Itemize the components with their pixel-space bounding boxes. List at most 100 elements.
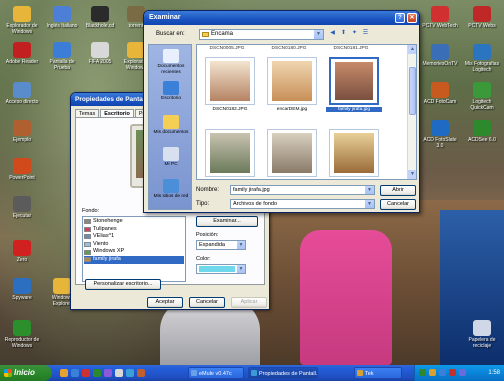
taskbar-task[interactable]: eMule v0.47c <box>188 367 244 379</box>
cancel-button[interactable]: Cancelar <box>189 297 225 308</box>
chevron-down-icon[interactable]: ▼ <box>236 241 245 249</box>
help-icon[interactable]: ? <box>395 13 405 23</box>
quick-launch-icon[interactable] <box>93 369 101 377</box>
new-folder-icon[interactable]: ✦ <box>350 29 359 38</box>
file-thumbnail[interactable] <box>205 129 255 177</box>
desktop-icon[interactable]: ACD FotoCam <box>420 82 460 105</box>
desktop-icon[interactable]: ACDSee 6.0 <box>462 120 502 143</box>
desktop-icon[interactable]: Inglés Italiano <box>42 6 82 29</box>
desktop-icon[interactable]: Blackhole.cd <box>80 6 120 29</box>
scroll-thumb[interactable] <box>409 67 416 115</box>
desktop-icon[interactable]: MemoriesOnTV <box>420 44 460 67</box>
wallpaper-swatch-icon <box>84 234 91 240</box>
thumbnail-label[interactable]: family jirafa.jpg <box>326 107 382 112</box>
lookin-select[interactable]: Encama ▼ <box>199 29 324 40</box>
scrollbar[interactable]: ▲ ▼ <box>407 45 416 179</box>
file-thumbnail[interactable] <box>329 129 379 177</box>
chevron-down-icon[interactable]: ▼ <box>365 186 374 194</box>
file-thumbnail[interactable] <box>267 129 317 177</box>
fondo-item[interactable]: Tulipanes <box>84 226 184 234</box>
quick-launch-icon[interactable] <box>60 369 68 377</box>
view-menu-icon[interactable]: ☰ <box>361 29 370 38</box>
messenger-icon[interactable] <box>439 369 446 376</box>
desktop-icon[interactable]: Ejemplo <box>2 120 42 143</box>
file-thumbnail[interactable] <box>205 57 255 105</box>
antivirus-icon[interactable] <box>449 369 456 376</box>
clock[interactable]: 1:58 <box>488 365 500 381</box>
desktop-icon[interactable]: PowerPoint <box>2 158 42 181</box>
place-item[interactable]: Escritorio <box>149 81 193 102</box>
desktop-icon[interactable]: PCTV WebTech <box>420 6 460 29</box>
chevron-down-icon[interactable]: ▼ <box>236 265 245 273</box>
desktop-icon[interactable]: PCTV Webs <box>462 6 502 29</box>
file-thumbnail[interactable] <box>329 57 379 105</box>
file-header-name[interactable]: DSCN0181.JPG <box>323 46 379 51</box>
file-header-name[interactable]: DSCN0005.JPG <box>199 46 255 51</box>
close-icon[interactable]: ✕ <box>407 13 417 23</box>
browse-dialog-title: Examinar <box>149 14 181 21</box>
quick-launch-icon[interactable] <box>104 369 112 377</box>
thumbnail-label[interactable]: encarDEM.jpg <box>264 107 320 112</box>
quick-launch-icon[interactable] <box>126 369 134 377</box>
fondo-item[interactable]: VElias^1 <box>84 233 184 241</box>
up-folder-icon[interactable]: ⬆ <box>339 29 348 38</box>
apply-button[interactable]: Aplicar <box>231 297 267 308</box>
examinar-button[interactable]: Examinar... <box>196 216 258 227</box>
quick-launch-icon[interactable] <box>115 369 123 377</box>
desktop-icon[interactable]: Adobe Reader <box>2 42 42 65</box>
desktop-icon[interactable]: FIFA 2005 <box>80 42 120 65</box>
fondo-item-selected[interactable]: family jirafa <box>84 255 184 264</box>
quick-launch-icon[interactable] <box>71 369 79 377</box>
place-item[interactable]: Mis sitios de red <box>149 179 193 200</box>
file-header-name[interactable]: DSCN0180.JPG <box>261 46 317 51</box>
browse-cancel-button[interactable]: Cancelar <box>380 199 416 210</box>
color-picker[interactable]: ▼ <box>196 264 246 274</box>
thumbnail-label[interactable]: DSCN0182.JPG <box>202 107 258 112</box>
tray-app-icon[interactable] <box>459 369 466 376</box>
filename-input[interactable]: family jirafa.jpg ▼ <box>230 185 375 195</box>
desktop-icon[interactable]: Spyware <box>2 278 42 301</box>
network-icon[interactable] <box>419 369 426 376</box>
desktop-icon[interactable]: Ejecutar <box>2 196 42 219</box>
wallpaper-swatch-icon <box>84 249 91 255</box>
fondo-list[interactable]: Stonehenge Tulipanes VElias^1 Viento Win… <box>82 216 186 282</box>
scroll-up-icon[interactable]: ▲ <box>408 45 416 54</box>
file-list[interactable]: DSCN0005.JPG DSCN0180.JPG DSCN0181.JPG D… <box>196 44 417 180</box>
desktop-icon[interactable]: Pantalla de Prueba <box>42 42 82 71</box>
desktop-icon[interactable]: Explorador de Windows <box>2 6 42 35</box>
start-button[interactable]: Inicio <box>0 365 52 381</box>
ok-button[interactable]: Aceptar <box>147 297 183 308</box>
chevron-down-icon[interactable]: ▼ <box>314 30 323 39</box>
customize-desktop-button[interactable]: Personalizar escritorio... <box>85 279 161 290</box>
taskbar-task[interactable]: Tek <box>354 367 402 379</box>
filetype-select[interactable]: Archivos de fondo ▼ <box>230 199 375 209</box>
file-thumbnail[interactable] <box>267 57 317 105</box>
back-icon[interactable]: ◀ <box>328 29 337 38</box>
browse-dialog-titlebar[interactable]: Examinar ? ✕ <box>144 11 419 25</box>
volume-icon[interactable] <box>429 369 436 376</box>
fondo-item[interactable]: Viento <box>84 241 184 249</box>
scroll-down-icon[interactable]: ▼ <box>408 170 416 179</box>
desktop-icon[interactable]: Papelera de reciclaje <box>462 320 502 349</box>
place-item[interactable]: Mis documentos <box>149 115 193 136</box>
desktop-icon-label: Pantalla de Prueba <box>49 59 75 71</box>
quick-launch-icon[interactable] <box>82 369 90 377</box>
taskbar-task[interactable]: Propiedades de Pantall... <box>248 367 318 379</box>
lookin-value: Encama <box>211 31 234 37</box>
place-item[interactable]: Mi PC <box>149 147 193 168</box>
quick-launch-icon[interactable] <box>137 369 145 377</box>
desktop-icon-label: FIFA 2005 <box>88 59 112 65</box>
desktop-icon[interactable]: ACD FotoSlate 3.0 <box>420 120 460 149</box>
desktop-icon[interactable]: Mis Fotografias Logitech <box>462 44 502 73</box>
fondo-item[interactable]: Stonehenge <box>84 218 184 226</box>
fondo-item[interactable]: Windows XP <box>84 248 184 256</box>
desktop-icon[interactable]: Acceso directo <box>2 82 42 105</box>
desktop-icon[interactable]: Reproductor de Windows <box>2 320 42 349</box>
chevron-down-icon[interactable]: ▼ <box>365 200 374 208</box>
open-button[interactable]: Abrir <box>380 185 416 196</box>
desktop-icon[interactable]: Zero <box>2 240 42 263</box>
position-select[interactable]: Expandida ▼ <box>196 240 246 250</box>
desktop-icon[interactable]: Logitech QuickCam <box>462 82 502 111</box>
task-app-icon <box>251 370 257 376</box>
place-item[interactable]: Documentos recientes <box>149 49 193 75</box>
